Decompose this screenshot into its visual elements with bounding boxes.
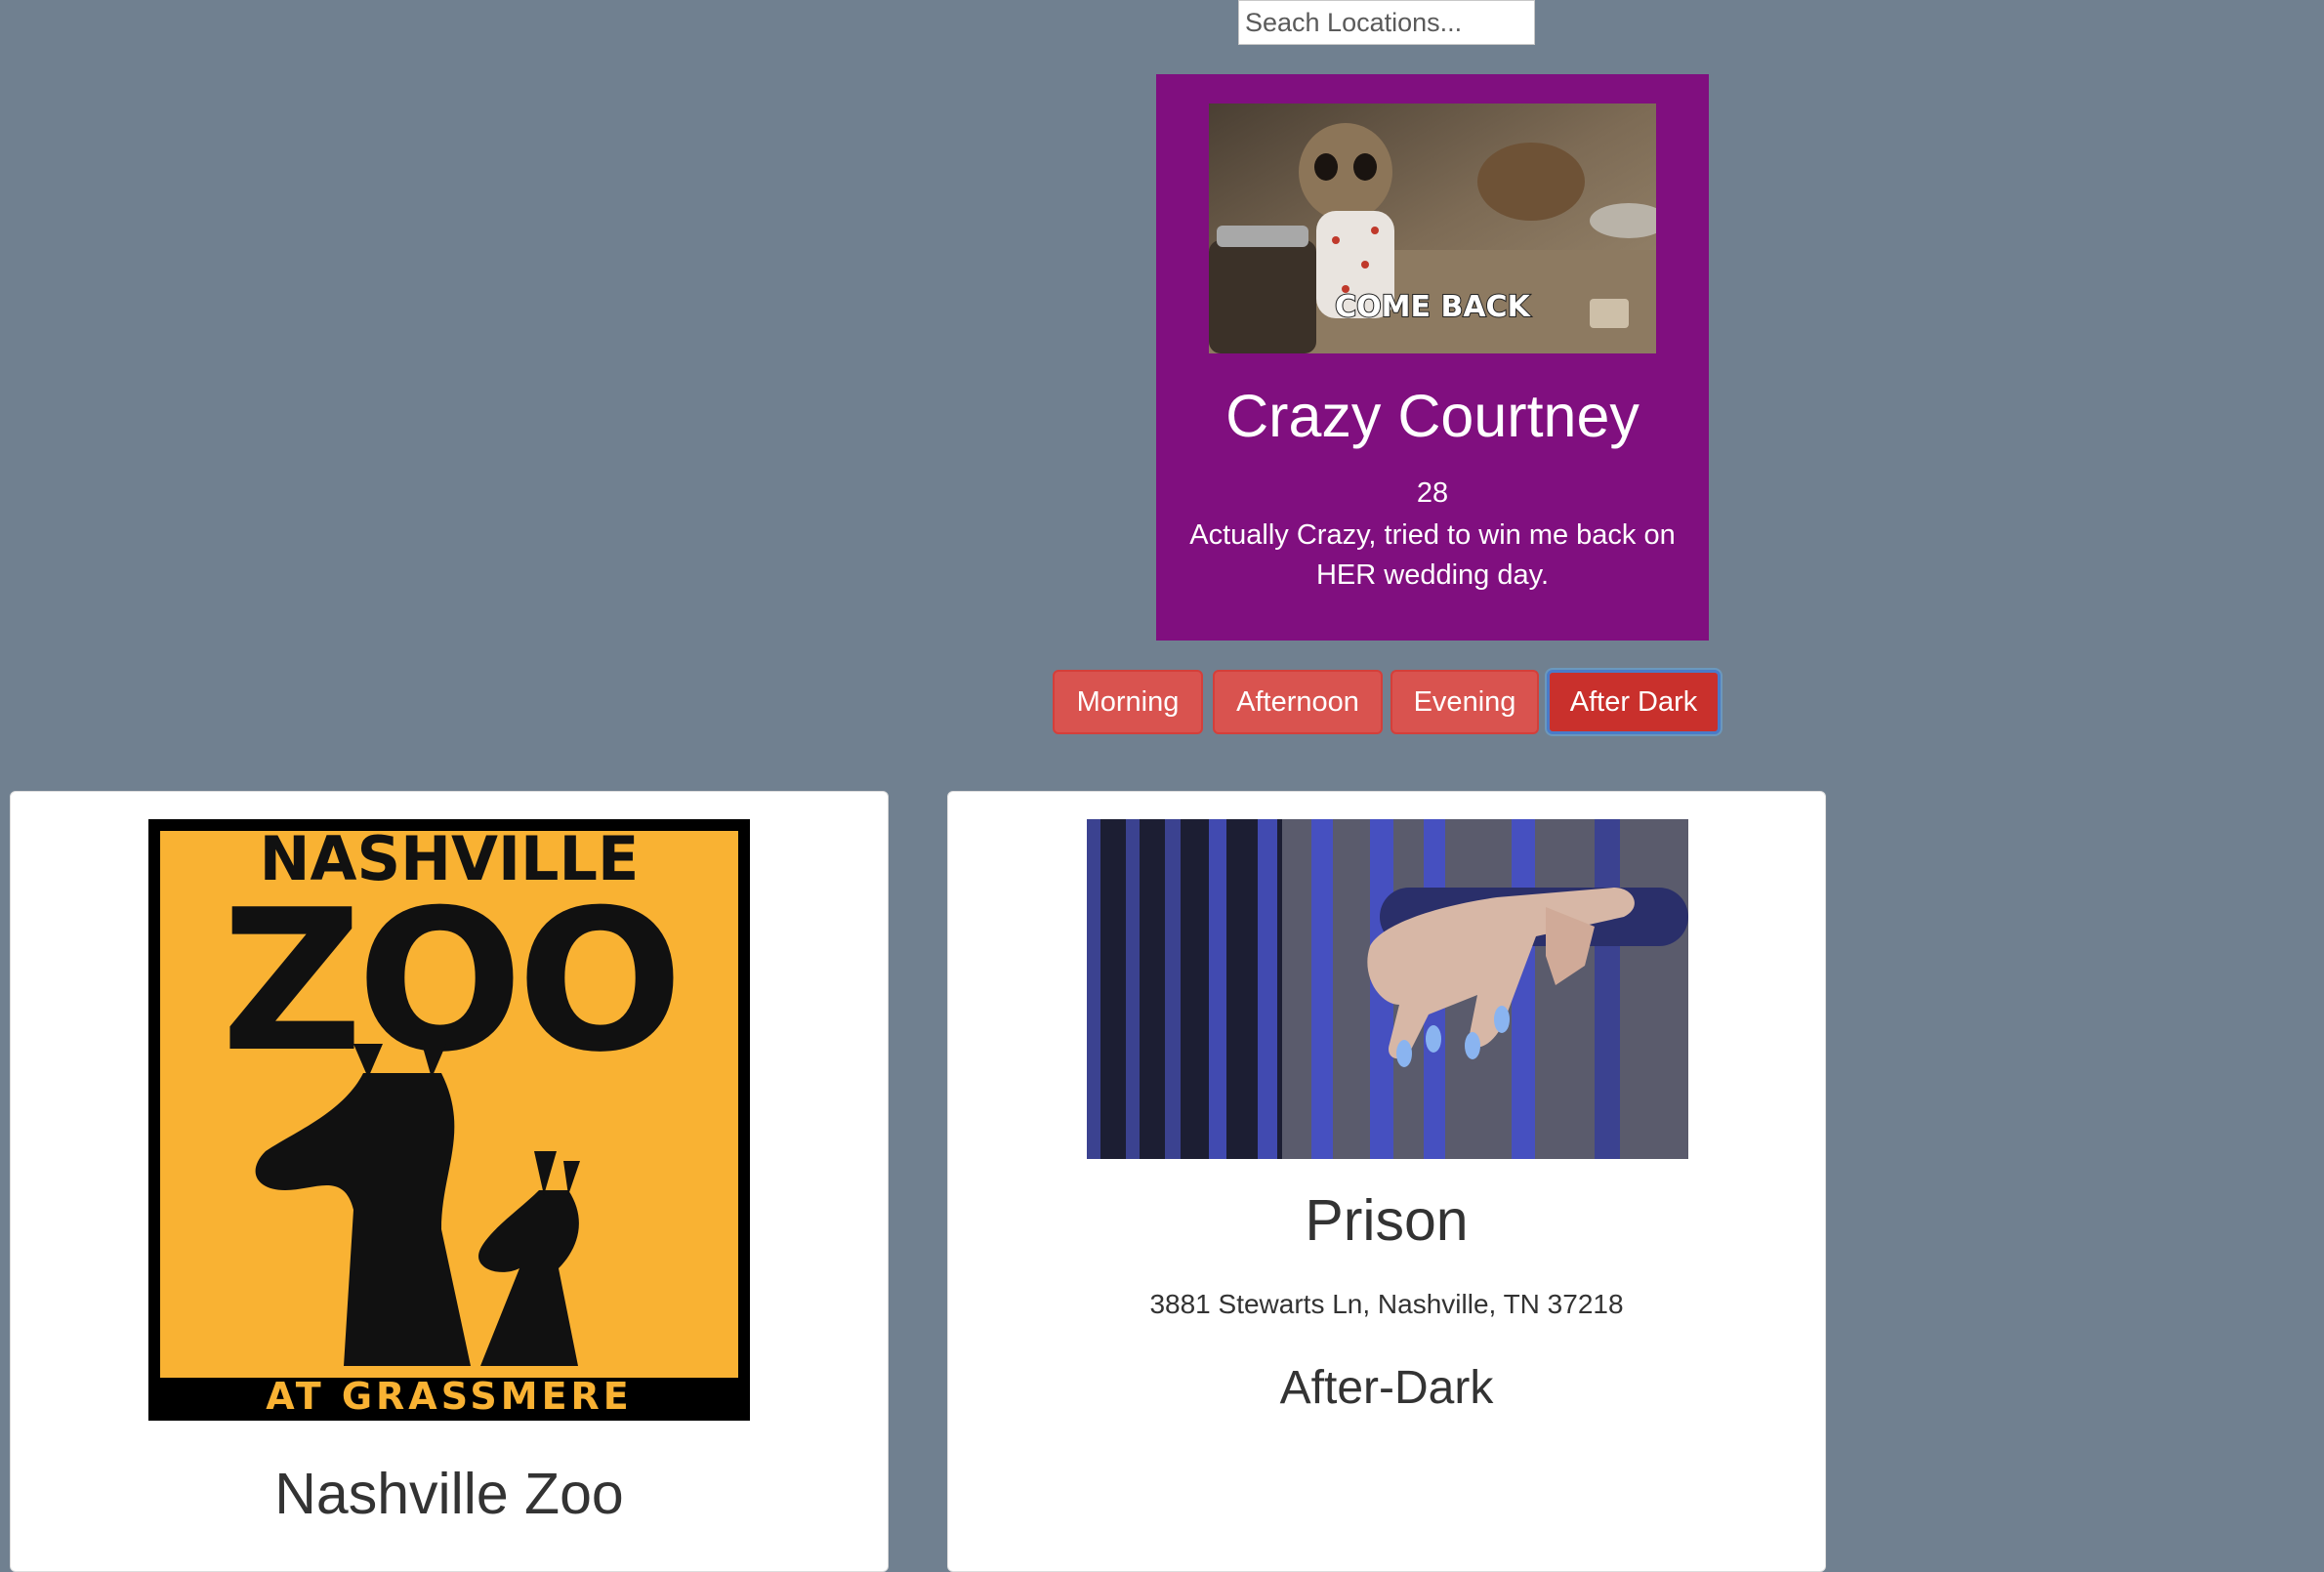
afternoon-button[interactable]: Afternoon [1213,670,1383,734]
profile-name: Crazy Courtney [1225,383,1639,449]
location-time-of-day: After-Dark [1279,1362,1494,1414]
profile-card: COME BACK Crazy Courtney 28 Actually Cra… [1156,74,1709,641]
profile-age: 28 [1416,477,1449,509]
location-card-prison[interactable]: Prison 3881 Stewarts Ln, Nashville, TN 3… [947,791,1826,1572]
location-name: Prison [1305,1188,1469,1253]
prison-photo [1087,819,1688,1159]
zoo-logo-main-text: ZOO [221,868,677,1096]
zoo-logo-bottom-text: AT GRASSMERE [266,1375,633,1418]
evening-button[interactable]: Evening [1390,670,1539,734]
location-card-zoo[interactable]: NASHVILLE ZOO AT GRASSMERE Nashville Zoo [10,791,889,1572]
profile-bio: Actually Crazy, tried to win me back on … [1189,519,1676,591]
search-input[interactable] [1238,0,1535,45]
location-address: 3881 Stewarts Ln, Nashville, TN 37218 [1149,1289,1624,1319]
photo-caption: COME BACK [1335,290,1531,324]
profile-photo: COME BACK [1209,103,1656,353]
location-name: Nashville Zoo [274,1462,624,1526]
morning-button[interactable]: Morning [1053,670,1203,734]
zoo-logo: NASHVILLE ZOO AT GRASSMERE [148,819,750,1421]
after-dark-button[interactable]: After Dark [1547,670,1721,734]
